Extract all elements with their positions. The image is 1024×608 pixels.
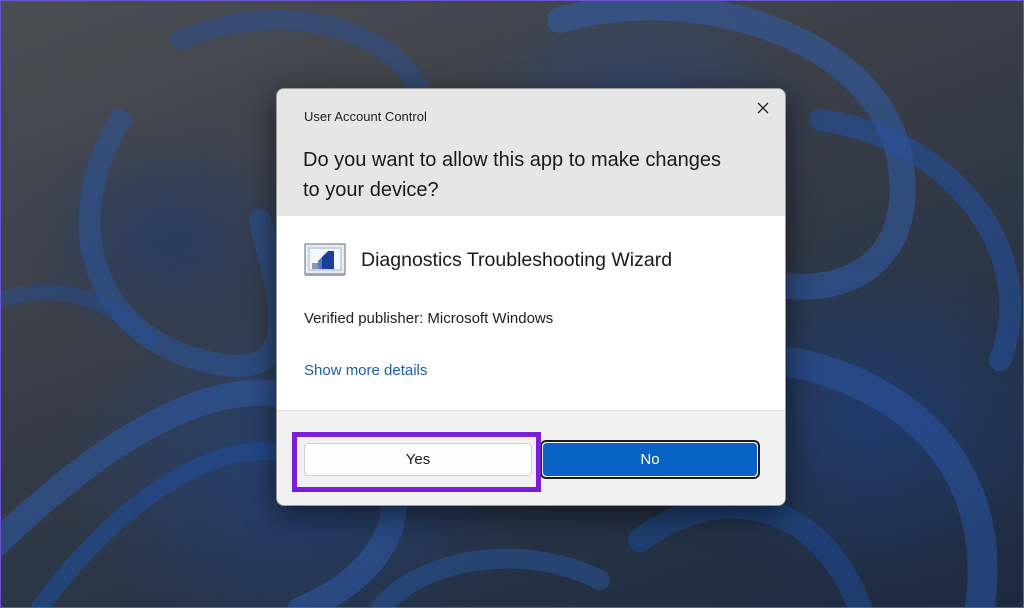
uac-dialog: User Account Control Do you want to allo… (276, 88, 786, 506)
no-button[interactable]: No (543, 443, 757, 476)
app-row: Diagnostics Troubleshooting Wizard (304, 243, 672, 277)
yes-button[interactable]: Yes (304, 443, 532, 476)
dialog-title: User Account Control (304, 109, 427, 124)
dialog-body: Diagnostics Troubleshooting Wizard Verif… (277, 216, 785, 411)
dialog-header: User Account Control Do you want to allo… (277, 89, 785, 216)
close-icon (757, 102, 769, 114)
app-name: Diagnostics Troubleshooting Wizard (361, 248, 673, 271)
close-button[interactable] (749, 95, 777, 121)
verified-publisher: Verified publisher: Microsoft Windows (304, 310, 554, 327)
diagnostics-app-icon (304, 243, 346, 276)
dialog-question: Do you want to allow this app to make ch… (303, 149, 722, 201)
show-more-details-link[interactable]: Show more details (304, 362, 427, 379)
dialog-footer: Yes No (277, 410, 785, 505)
